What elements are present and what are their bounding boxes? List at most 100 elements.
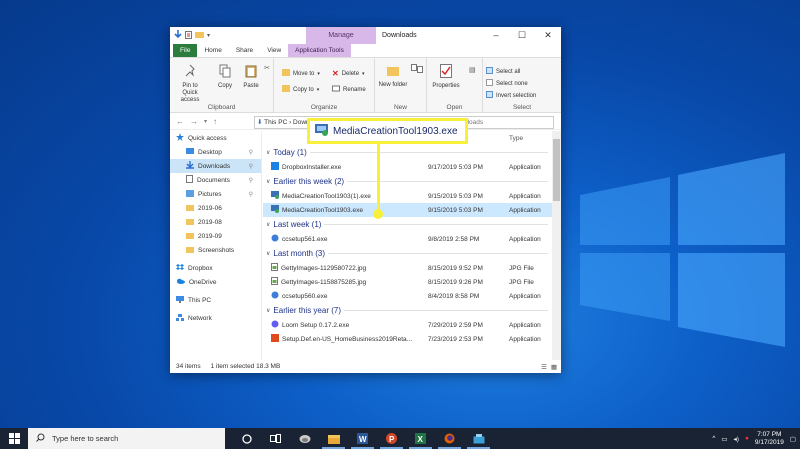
nav-item-quick-access[interactable]: Quick access: [170, 131, 261, 145]
taskbar: Type here to search W P X ^ ▭ ◂) ● 7:07 PM…: [0, 428, 800, 449]
invert-selection-button[interactable]: Invert selection: [486, 91, 536, 100]
group-header[interactable]: ∨ Last week (1): [263, 217, 552, 232]
back-arrow-icon[interactable]: ←: [176, 117, 184, 126]
task-view-icon[interactable]: [261, 428, 290, 449]
copy-to-button[interactable]: Copy to ▾: [282, 85, 319, 94]
nav-item-dropbox[interactable]: Dropbox: [170, 261, 261, 275]
file-row[interactable]: MediaCreationTool1903(1).exe 9/15/2019 5:…: [263, 189, 552, 203]
group-header[interactable]: ∨ Last month (3): [263, 246, 552, 261]
file-row[interactable]: GettyImages-1158875285.jpg 8/15/2019 9:26…: [263, 275, 552, 289]
large-icons-view-icon[interactable]: ▦: [551, 363, 557, 371]
windows-start-icon: [8, 433, 20, 444]
type-column-header[interactable]: Type: [509, 135, 523, 142]
clock[interactable]: 7:07 PM 9/17/2019: [755, 431, 784, 447]
new-folder-button[interactable]: New folder: [378, 64, 408, 89]
select-group-label: Select: [512, 104, 532, 111]
file-row[interactable]: Loom Setup 0.17.2.exe 7/29/2019 2:59 PM Ap…: [263, 318, 552, 332]
pin-icon[interactable]: ⚲: [249, 163, 253, 170]
manage-contextual-tab[interactable]: Manage: [306, 27, 376, 44]
group-header[interactable]: ∨ Earlier this year (7): [263, 303, 552, 318]
forward-arrow-icon[interactable]: →: [190, 117, 198, 126]
nav-item-onedrive[interactable]: OneDrive: [170, 275, 261, 289]
network-tray-icon[interactable]: ▭: [721, 435, 727, 443]
collapse-chevron-icon[interactable]: ∨: [266, 307, 270, 314]
tab-application-tools[interactable]: Application Tools: [288, 44, 351, 57]
details-view-icon[interactable]: ☰: [541, 363, 547, 371]
new-folder-icon[interactable]: [195, 31, 204, 40]
paste-button[interactable]: Paste: [240, 64, 262, 90]
file-row[interactable]: MediaCreationTool1903.exe 9/15/2019 5:03 …: [263, 203, 552, 217]
collapse-chevron-icon[interactable]: ∨: [266, 149, 270, 156]
word-icon[interactable]: W: [348, 428, 377, 449]
file-name: Loom Setup 0.17.2.exe: [282, 321, 350, 329]
file-name: ccsetup560.exe: [282, 292, 328, 300]
cut-icon[interactable]: ✂: [264, 64, 270, 72]
nav-item-2019-08[interactable]: 2019-08: [170, 215, 261, 229]
nav-item-downloads[interactable]: Downloads ⚲: [170, 159, 261, 173]
file-type: Application: [509, 163, 541, 171]
nav-item-documents[interactable]: Documents ⚲: [170, 173, 261, 187]
file-row[interactable]: ccsetup561.exe 9/8/2019 2:58 PM Applicatio…: [263, 232, 552, 246]
properties-button[interactable]: Properties: [427, 64, 465, 90]
nav-item-2019-09[interactable]: 2019-09: [170, 229, 261, 243]
open-icon[interactable]: ▤: [469, 66, 476, 74]
rename-button[interactable]: Rename: [332, 85, 366, 94]
file-row[interactable]: Setup.Def.en-US_HomeBusiness2019Reta... 7…: [263, 332, 552, 346]
select-all-button[interactable]: Select all: [486, 67, 520, 76]
dropbox-installer-icon: [271, 162, 279, 172]
delete-button[interactable]: ✕ Delete ▾: [332, 69, 365, 78]
pin-label: Pin to Quick access: [180, 83, 200, 103]
nav-item-desktop[interactable]: Desktop ⚲: [170, 145, 261, 159]
edge-icon[interactable]: [290, 428, 319, 449]
group-header[interactable]: ∨ Earlier this week (2): [263, 174, 552, 189]
nav-item-network[interactable]: Network: [170, 311, 261, 325]
snipping-icon[interactable]: [464, 428, 493, 449]
collapse-chevron-icon[interactable]: ∨: [266, 221, 270, 228]
group-divider: [327, 253, 548, 254]
file-name-cell: Setup.Def.en-US_HomeBusiness2019Reta...: [271, 334, 412, 344]
copy-button[interactable]: Copy: [214, 64, 236, 90]
excel-icon[interactable]: X: [406, 428, 435, 449]
show-hidden-icons-icon[interactable]: ^: [712, 435, 715, 442]
close-icon[interactable]: ✕: [535, 27, 561, 44]
tab-share[interactable]: Share: [229, 44, 260, 57]
collapse-chevron-icon[interactable]: ∨: [266, 250, 270, 257]
select-none-button[interactable]: Select none: [486, 79, 528, 88]
notification-tray-icon[interactable]: ●: [745, 435, 749, 442]
group-header[interactable]: ∨ Today (1): [263, 145, 552, 160]
pin-icon[interactable]: ⚲: [249, 149, 253, 156]
nav-item-pictures[interactable]: Pictures ⚲: [170, 187, 261, 201]
customize-qat-icon[interactable]: ▾: [207, 32, 210, 39]
recent-locations-icon[interactable]: ▾: [204, 118, 207, 125]
download-arrow-icon[interactable]: [174, 30, 182, 41]
start-button[interactable]: [0, 428, 28, 449]
properties-icon[interactable]: [185, 30, 192, 41]
minimize-icon[interactable]: –: [483, 27, 509, 44]
volume-icon[interactable]: ◂): [734, 435, 739, 443]
tab-file[interactable]: File: [173, 44, 198, 57]
nav-item-2019-06[interactable]: 2019-06: [170, 201, 261, 215]
pin-to-quick-access-button[interactable]: Pin to Quick access: [174, 64, 206, 104]
scrollbar-thumb[interactable]: [553, 139, 560, 201]
pin-icon[interactable]: ⚲: [249, 177, 253, 184]
action-center-icon[interactable]: ▢: [790, 435, 796, 443]
file-row[interactable]: DropboxInstaller.exe 9/17/2019 5:03 PM App…: [263, 160, 552, 174]
nav-item-this-pc[interactable]: This PC: [170, 293, 261, 307]
file-row[interactable]: ccsetup560.exe 8/4/2019 8:58 PM Applicatio…: [263, 289, 552, 303]
nav-item-screenshots[interactable]: Screenshots: [170, 243, 261, 257]
collapse-chevron-icon[interactable]: ∨: [266, 178, 270, 185]
tab-home[interactable]: Home: [197, 44, 228, 57]
move-to-button[interactable]: Move to ▾: [282, 69, 320, 78]
cortana-icon[interactable]: [232, 428, 261, 449]
maximize-icon[interactable]: ☐: [509, 27, 535, 44]
tab-view[interactable]: View: [260, 44, 288, 57]
file-row[interactable]: GettyImages-1129580722.jpg 8/15/2019 9:52…: [263, 261, 552, 275]
firefox-icon[interactable]: [435, 428, 464, 449]
up-arrow-icon[interactable]: ↑: [213, 117, 217, 126]
vertical-scrollbar[interactable]: [552, 131, 561, 360]
file-explorer-icon[interactable]: [319, 428, 348, 449]
powerpoint-icon[interactable]: P: [377, 428, 406, 449]
taskbar-search[interactable]: Type here to search: [28, 428, 225, 449]
new-item-icon[interactable]: [411, 64, 423, 76]
pin-icon[interactable]: ⚲: [249, 191, 253, 198]
